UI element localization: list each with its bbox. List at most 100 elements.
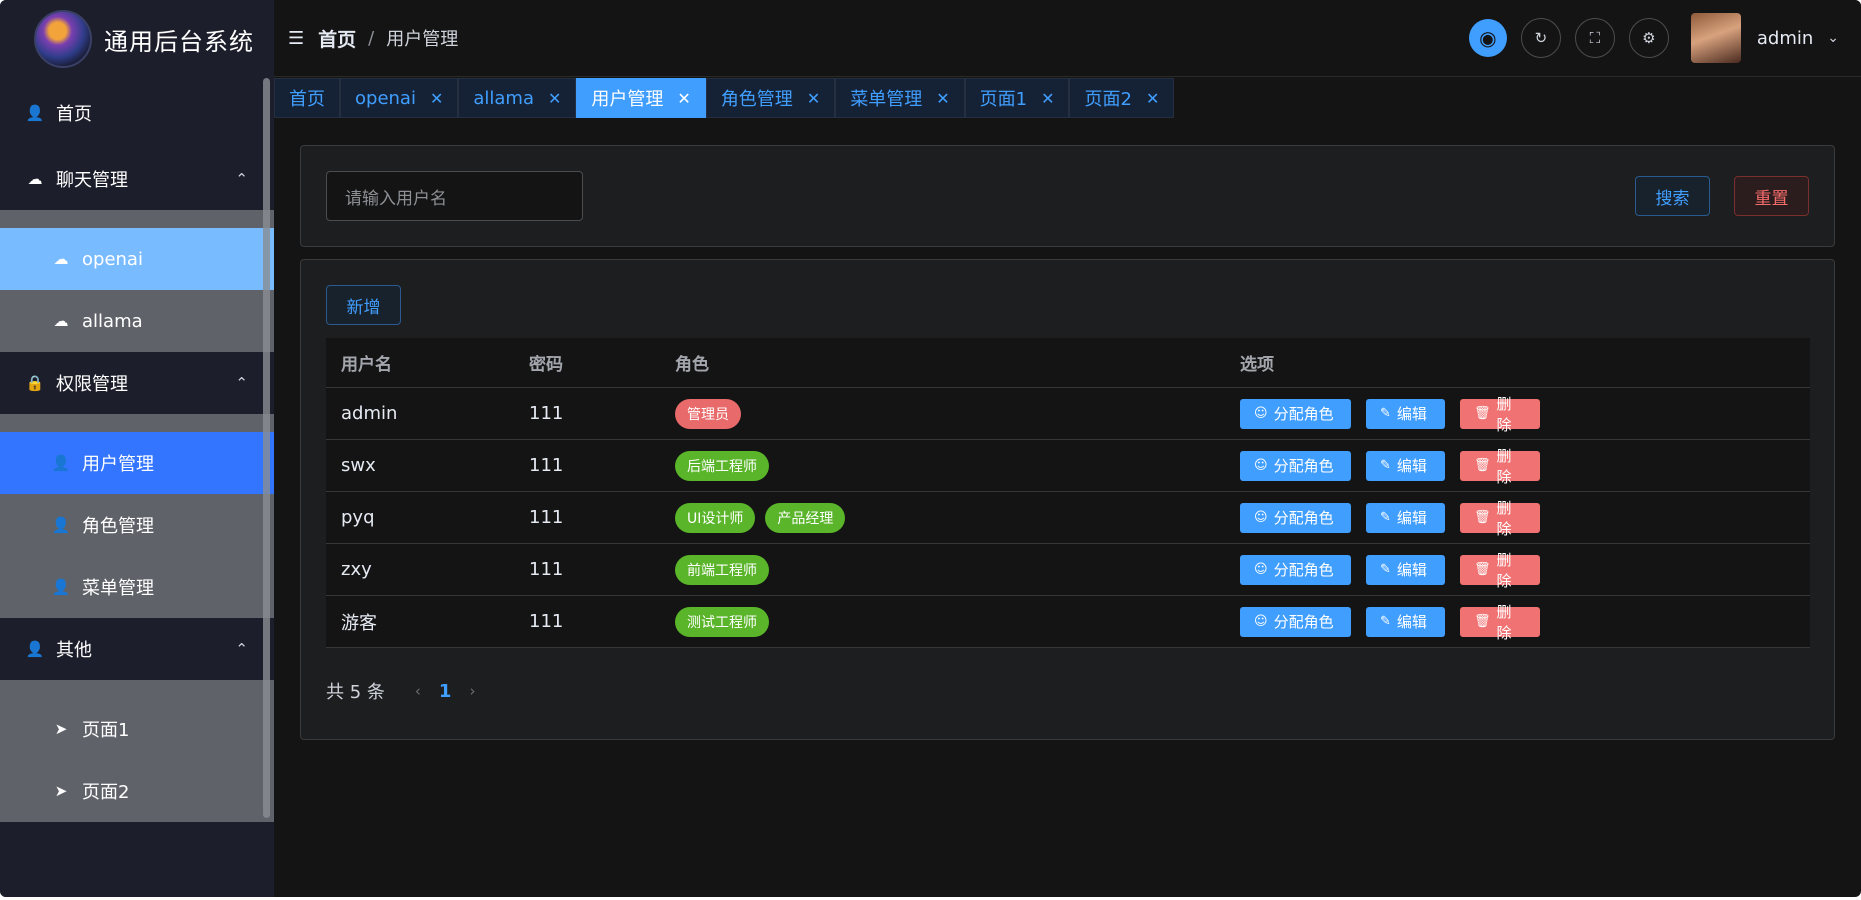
assign-role-button[interactable]: ☺ 分配角色 [1240,554,1351,585]
logo[interactable]: 通用后台系统 [0,0,274,78]
role-tag: 管理员 [675,398,741,429]
tab-roles[interactable]: 角色管理 ✕ [705,78,836,118]
sidebar-item-page2[interactable]: ➤ 页面2 [0,760,274,822]
user-icon: 👤 [25,640,45,658]
breadcrumb-home[interactable]: 首页 [318,25,356,52]
github-icon[interactable]: ◉ [1468,19,1507,57]
sidebar-group-permission[interactable]: 🔒 权限管理 ⌃ [0,352,274,414]
tab-allama[interactable]: allama ✕ [458,78,577,118]
delete-label: 删除 [1496,446,1512,486]
user-icon: ☺ [1254,406,1268,421]
cell-username: pyq [341,507,375,528]
cell-options: ☺ 分配角色 ✎ 编辑 🗑 删除 [1236,603,1810,642]
user-name[interactable]: admin [1757,28,1813,49]
cell-password: 111 [529,455,564,476]
edit-icon: ✎ [1380,614,1391,629]
trash-icon: 🗑 [1474,406,1491,421]
cell-password: 111 [529,507,564,528]
pagination-total: 共 5 条 [326,682,385,703]
delete-label: 删除 [1496,498,1512,538]
sidebar-item-label: 角色管理 [82,516,154,537]
pagination-page-current[interactable]: 1 [439,681,452,702]
trash-icon: 🗑 [1474,562,1491,577]
close-icon[interactable]: ✕ [936,89,949,108]
assign-role-button[interactable]: ☺ 分配角色 [1240,450,1351,481]
cell-roles: 后端工程师 [664,450,1236,481]
role-tag: 后端工程师 [675,450,769,481]
tab-users[interactable]: 用户管理 ✕ [576,78,706,118]
close-icon[interactable]: ✕ [807,89,820,108]
sidebar-item-menus[interactable]: 👤 菜单管理 [0,556,274,618]
edit-button[interactable]: ✎ 编辑 [1366,606,1445,637]
tab-menus[interactable]: 菜单管理 ✕ [835,78,965,118]
sidebar-item-label: 菜单管理 [82,578,154,599]
cell-password: 111 [529,403,564,424]
delete-button[interactable]: 🗑 删除 [1460,499,1540,538]
tab-page1[interactable]: 页面1 ✕ [964,78,1070,118]
reset-button[interactable]: 重置 [1734,176,1809,216]
table-row: zxy 111 前端工程师 ☺ 分配角色 ✎ 编辑 🗑 删除 [326,544,1810,596]
close-icon[interactable]: ✕ [677,89,690,108]
send-icon: ➤ [54,720,68,738]
cloud-upload-icon: ☁ [53,312,69,330]
sidebar-scrollbar[interactable] [263,78,270,818]
tab-home[interactable]: 首页 [274,78,340,118]
pagination: 共 5 条 ‹ 1 › [326,678,493,704]
tab-label: 页面2 [1084,89,1132,110]
tab-label: 角色管理 [720,89,793,110]
page-tabs: 首页 openai ✕ allama ✕ 用户管理 ✕ 角色管理 ✕ 菜单管理 … [274,78,1175,118]
add-user-button[interactable]: 新增 [326,285,401,325]
delete-button[interactable]: 🗑 删除 [1460,447,1540,486]
close-icon[interactable]: ✕ [1041,89,1054,108]
sidebar-group-chat[interactable]: ☁ 聊天管理 ⌃ [0,148,274,210]
column-header-username: 用户名 [341,355,392,375]
username-search-input[interactable]: 请输入用户名 [326,171,583,221]
sidebar-item-users[interactable]: 👤 用户管理 [0,432,274,494]
sidebar: 通用后台系统 👤 首页 ☁ 聊天管理 ⌃ ☁ openai ☁ allama 🔒… [0,0,274,897]
delete-button[interactable]: 🗑 删除 [1460,603,1540,642]
settings-gear-icon[interactable]: ⚙ [1628,18,1669,58]
cell-options: ☺ 分配角色 ✎ 编辑 🗑 删除 [1236,499,1810,538]
sidebar-item-allama[interactable]: ☁ allama [0,290,274,352]
avatar[interactable] [1690,13,1741,63]
edit-label: 编辑 [1396,561,1427,579]
edit-button[interactable]: ✎ 编辑 [1366,502,1445,533]
close-icon[interactable]: ✕ [548,89,561,108]
tab-page2[interactable]: 页面2 ✕ [1069,78,1175,118]
assign-role-label: 分配角色 [1273,509,1334,527]
user-icon: ☺ [1254,614,1268,629]
sidebar-group-other[interactable]: 👤 其他 ⌃ [0,618,274,680]
cell-roles: UI设计师 产品经理 [664,502,1236,533]
search-button[interactable]: 搜索 [1635,176,1710,216]
chevron-left-icon[interactable]: ‹ [415,682,421,700]
edit-button[interactable]: ✎ 编辑 [1366,398,1445,429]
sidebar-item-openai[interactable]: ☁ openai [0,228,274,290]
sidebar-item-home[interactable]: 👤 首页 [0,78,274,148]
close-icon[interactable]: ✕ [1146,89,1159,108]
menu-collapse-icon[interactable]: ☰ [288,28,304,49]
assign-role-button[interactable]: ☺ 分配角色 [1240,502,1351,533]
submenu-permission: 👤 用户管理 👤 角色管理 👤 菜单管理 [0,414,274,618]
fullscreen-icon[interactable]: ⛶ [1574,18,1615,58]
cell-options: ☺ 分配角色 ✎ 编辑 🗑 删除 [1236,395,1810,434]
delete-button[interactable]: 🗑 删除 [1460,551,1540,590]
tab-openai[interactable]: openai ✕ [340,78,459,118]
chevron-down-icon[interactable]: ⌄ [1827,30,1839,46]
assign-role-button[interactable]: ☺ 分配角色 [1240,606,1351,637]
assign-role-button[interactable]: ☺ 分配角色 [1240,398,1351,429]
user-table: 用户名 密码 角色 选项 admin 111 管理员 ☺ 分配角色 ✎ 编辑 🗑 删除 [326,338,1810,648]
table-header: 用户名 密码 角色 选项 [326,338,1810,388]
table-row: 游客 111 测试工程师 ☺ 分配角色 ✎ 编辑 🗑 删除 [326,596,1810,648]
edit-button[interactable]: ✎ 编辑 [1366,554,1445,585]
sidebar-item-roles[interactable]: 👤 角色管理 [0,494,274,556]
trash-icon: 🗑 [1474,614,1491,629]
sidebar-item-page1[interactable]: ➤ 页面1 [0,698,274,760]
cell-roles: 前端工程师 [664,554,1236,585]
chevron-right-icon[interactable]: › [469,682,475,700]
close-icon[interactable]: ✕ [430,89,443,108]
tab-label: 用户管理 [591,89,664,110]
delete-button[interactable]: 🗑 删除 [1460,395,1540,434]
refresh-icon[interactable]: ↻ [1520,18,1561,58]
edit-button[interactable]: ✎ 编辑 [1366,450,1445,481]
cell-username: admin [341,403,398,424]
